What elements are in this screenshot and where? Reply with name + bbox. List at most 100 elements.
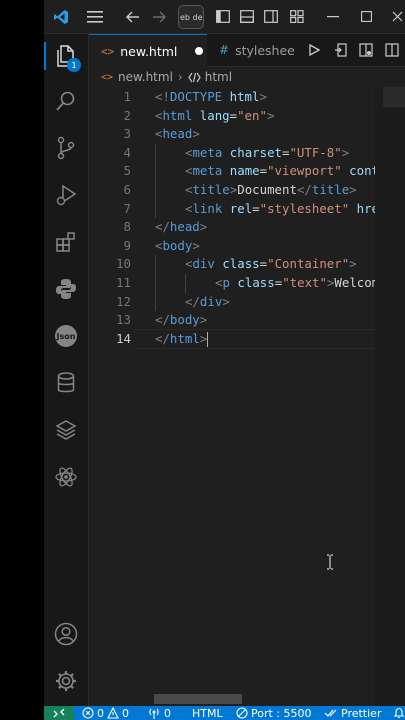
split-editor-icon[interactable]: [379, 34, 405, 66]
activity-search[interactable]: [44, 81, 88, 121]
code-line[interactable]: 9 <body>: [89, 237, 405, 256]
status-bar: 0 0 0 HTML Port : 5500 Prettier: [44, 706, 405, 720]
minimap-slider[interactable]: [383, 87, 405, 107]
live-server-status[interactable]: Port : 5500: [236, 706, 312, 720]
prettier-status[interactable]: Prettier: [324, 706, 381, 720]
minimap[interactable]: [375, 87, 405, 706]
problems-status[interactable]: 0 0: [82, 706, 129, 720]
activity-source-control[interactable]: [44, 128, 88, 168]
activity-extensions[interactable]: [44, 222, 88, 262]
forward-arrow-icon[interactable]: [148, 0, 170, 33]
code-line[interactable]: 1 <!DOCTYPE html>: [89, 88, 405, 107]
line-number: 10: [116, 256, 131, 272]
tab-new-html[interactable]: <> new.html: [89, 34, 207, 67]
line-number: 3: [123, 126, 131, 142]
activity-python[interactable]: [44, 269, 88, 309]
code-line[interactable]: 14 </html>: [89, 330, 405, 349]
unsaved-dot-icon[interactable]: [195, 47, 204, 55]
maximize-icon[interactable]: [355, 0, 377, 33]
indent-guide: [155, 199, 156, 219]
extensions-icon: [56, 232, 75, 252]
line-number: 7: [123, 200, 131, 216]
code-text: </html>: [155, 330, 209, 349]
code-token: "Container": [267, 256, 350, 272]
activity-json[interactable]: Json: [44, 316, 88, 356]
activity-explorer[interactable]: 1: [44, 36, 88, 76]
svg-text:Json: Json: [56, 332, 76, 341]
line-number: 5: [123, 163, 131, 179]
code-editor[interactable]: 1 <!DOCTYPE html> 2 <html lang="en"> 3 <head>…: [89, 87, 405, 706]
code-line[interactable]: 8 </head>: [89, 218, 405, 237]
breadcrumb-symbol[interactable]: html: [205, 70, 232, 84]
activity-run-debug[interactable]: [44, 175, 88, 215]
toggle-panel-icon[interactable]: [236, 0, 258, 33]
activity-layers[interactable]: [44, 410, 88, 450]
command-center-search[interactable]: eb de: [178, 5, 204, 29]
code-text: <meta charset="UTF-8">: [185, 144, 349, 163]
indent-guide: [155, 274, 156, 293]
language-mode[interactable]: HTML: [192, 706, 223, 720]
notifications-status[interactable]: [393, 706, 405, 720]
line-number: 1: [123, 89, 131, 104]
left-black-margin: [0, 0, 44, 720]
run-icon[interactable]: [301, 34, 327, 66]
text-cursor-icon: [326, 554, 334, 570]
code-token: html: [169, 330, 200, 346]
remote-indicator[interactable]: [44, 706, 74, 720]
activity-accounts[interactable]: [44, 614, 88, 654]
code-token: </: [185, 293, 200, 309]
code-token: "en": [237, 107, 267, 123]
code-token: div: [192, 256, 215, 272]
code-line[interactable]: 2 <html lang="en">: [89, 107, 405, 126]
close-window-icon[interactable]: [386, 0, 405, 33]
code-line[interactable]: 11 <p class="text">Welcom: [89, 274, 405, 293]
code-token: >: [259, 89, 267, 104]
port-label: Port : 5500: [251, 706, 312, 720]
code-token: "viewport": [267, 163, 342, 179]
run-debug-icon: [56, 184, 77, 206]
code-token: Document: [237, 182, 297, 197]
code-line[interactable]: 13 </body>: [89, 311, 405, 330]
minimize-icon[interactable]: [322, 0, 344, 33]
code-token: =: [252, 200, 260, 216]
toggle-secondary-sidebar-icon[interactable]: [260, 0, 282, 33]
vscode-logo-icon: [48, 0, 74, 33]
code-line[interactable]: 4 <meta charset="UTF-8">: [89, 143, 405, 163]
code-token: title: [192, 182, 230, 197]
code-token: </: [155, 330, 170, 346]
activity-react[interactable]: [44, 457, 88, 497]
code-token: link: [192, 200, 223, 216]
activity-manage[interactable]: [44, 661, 88, 701]
search-icon: [56, 91, 75, 111]
editor-actions: [301, 34, 405, 66]
menu-icon[interactable]: [82, 0, 108, 33]
explorer-badge: 1: [67, 58, 81, 72]
ports-status[interactable]: 0: [147, 706, 171, 720]
code-token: DOCTYPE: [169, 89, 223, 104]
line-number: 14: [116, 330, 131, 346]
toggle-primary-sidebar-icon[interactable]: [212, 0, 234, 33]
code-line[interactable]: 3 <head>: [89, 125, 405, 144]
error-count: 0: [97, 706, 104, 720]
code-token: class: [237, 275, 275, 290]
code-line[interactable]: 12 </div>: [89, 292, 405, 312]
warning-icon: [107, 707, 119, 719]
code-line[interactable]: 10 <div class="Container">: [89, 255, 405, 274]
code-line[interactable]: 5 <meta name="viewport" cont: [89, 162, 405, 181]
open-preview-icon[interactable]: [327, 34, 353, 66]
code-line[interactable]: 7 <link rel="stylesheet" hre: [89, 199, 405, 219]
horizontal-scrollbar[interactable]: [154, 694, 242, 704]
symbol-element-icon: [187, 72, 201, 83]
code-line[interactable]: 6 <title>Document</title>: [89, 181, 405, 200]
activity-database[interactable]: [44, 363, 88, 403]
back-arrow-icon[interactable]: [122, 0, 144, 33]
breadcrumb-file[interactable]: new.html: [118, 70, 173, 84]
customize-layout-icon[interactable]: [286, 0, 308, 33]
error-icon: [82, 707, 94, 719]
compare-changes-icon[interactable]: [353, 34, 379, 66]
